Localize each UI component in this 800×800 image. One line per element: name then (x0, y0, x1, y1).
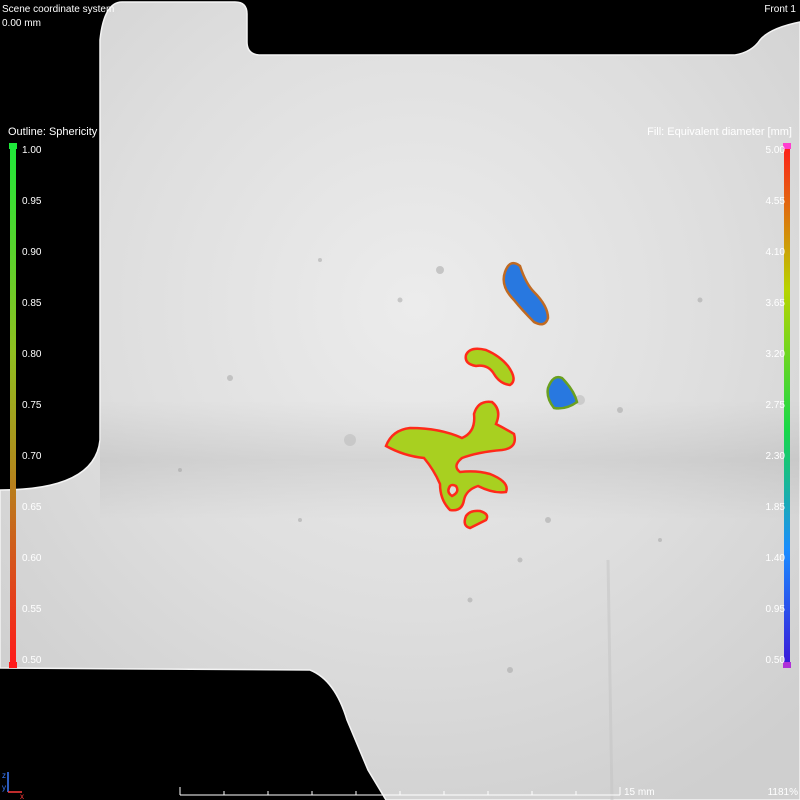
fill-legend-tick: 0.50 (765, 655, 785, 666)
ct-slice-view[interactable]: z y x (0, 0, 800, 800)
fill-legend-tick: 2.30 (765, 451, 785, 462)
outline-legend-tick: 0.85 (22, 298, 42, 309)
offset-readout: 0.00 mm (2, 18, 41, 29)
scale-bar-label: 15 mm (624, 787, 655, 798)
fill-legend-tick: 3.20 (765, 349, 785, 360)
outline-legend-tick: 0.70 (22, 451, 42, 462)
svg-text:y: y (2, 783, 6, 792)
fill-legend-tick: 5.00 (765, 145, 785, 156)
outline-legend-tick: 0.65 (22, 502, 42, 513)
outline-legend-cap-top (9, 143, 17, 149)
outline-legend-colorbar (10, 143, 16, 665)
fill-legend-title: Fill: Equivalent diameter [mm] (647, 126, 792, 138)
outline-legend-tick: 0.60 (22, 553, 42, 564)
fill-legend-tick: 0.95 (765, 604, 785, 615)
zoom-readout: 1181% (767, 787, 798, 798)
fill-legend-tick: 3.65 (765, 298, 785, 309)
outline-legend-tick: 1.00 (22, 145, 42, 156)
outline-legend-tick: 0.80 (22, 349, 42, 360)
fill-legend-tick: 1.40 (765, 553, 785, 564)
fill-legend-tick: 1.85 (765, 502, 785, 513)
outline-legend-tick: 0.50 (22, 655, 42, 666)
fill-legend-tick: 4.55 (765, 196, 785, 207)
view-name-label[interactable]: Front 1 (764, 4, 796, 16)
outline-legend-tick: 0.90 (22, 247, 42, 258)
outline-legend-tick: 0.95 (22, 196, 42, 207)
svg-text:x: x (20, 792, 24, 800)
outline-legend-tick: 0.55 (22, 604, 42, 615)
coordinate-system-label: Scene coordinate system (2, 4, 115, 15)
outline-legend-tick: 0.75 (22, 400, 42, 411)
fill-legend-tick: 4.10 (765, 247, 785, 258)
outline-legend-title: Outline: Sphericity (8, 126, 98, 138)
fill-legend-tick: 2.75 (765, 400, 785, 411)
outline-legend-cap-bottom (9, 662, 17, 668)
svg-text:z: z (2, 771, 6, 780)
